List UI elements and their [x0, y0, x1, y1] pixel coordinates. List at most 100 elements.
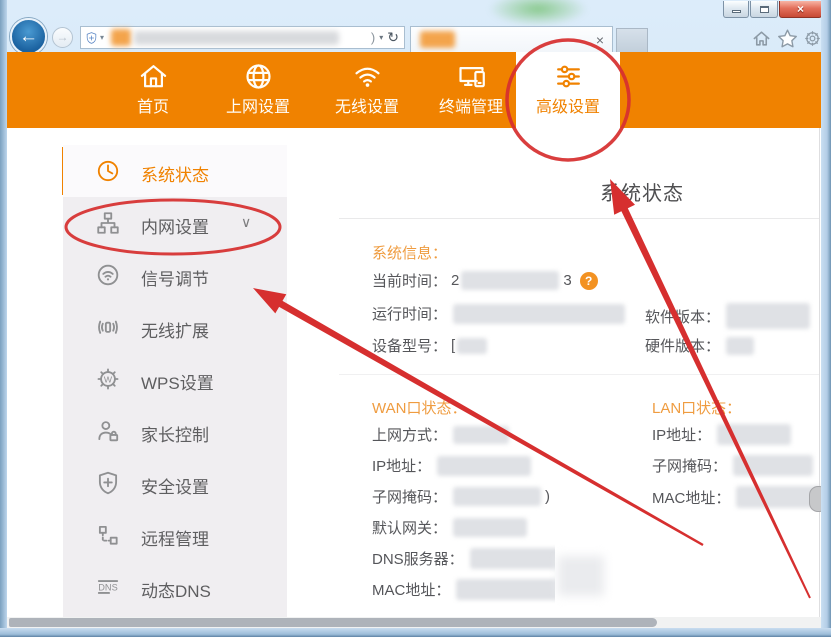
tab-close-icon[interactable]: × [596, 32, 604, 48]
horizontal-scrollbar-thumb[interactable] [9, 618, 657, 627]
value-fragment: 2 [451, 272, 459, 289]
field-label: 子网掩码： [652, 455, 727, 476]
home-toolbar-icon [752, 29, 771, 48]
antenna-icon [95, 314, 121, 340]
forward-icon: → [57, 30, 69, 44]
sidebar-item-lan-settings[interactable]: 内网设置 ∨ [63, 197, 287, 249]
sidebar-item-label: WPS设置 [141, 369, 214, 394]
remote-icon [95, 522, 121, 548]
sliders-icon [553, 61, 584, 92]
sidebar-item-wps-settings[interactable]: W WPS设置 [63, 353, 287, 405]
main-navbar: 首页 上网设置 无线设置 终端管理 高级设置 [7, 52, 821, 128]
back-icon: ← [19, 26, 38, 47]
home-toolbar-button[interactable] [752, 29, 771, 48]
site-dropdown-icon[interactable]: ▾ [100, 33, 104, 42]
field-label: 默认网关： [372, 517, 447, 538]
nav-item-label: 上网设置 [208, 93, 308, 117]
field-label: 软件版本： [645, 306, 720, 327]
nav-item-client-management[interactable]: 终端管理 [421, 52, 521, 128]
nav-item-internet-settings[interactable]: 上网设置 [208, 52, 308, 128]
info-row-device-model: 设备型号： [ [372, 335, 487, 356]
desktop-wallpaper-glow [488, 0, 588, 26]
window-border-bottom [0, 628, 831, 637]
wan-row-subnet-mask: 子网掩码： ) [372, 486, 550, 507]
minimize-button[interactable] [723, 1, 749, 18]
sidebar-item-label: 无线扩展 [141, 317, 209, 342]
user-lock-icon [95, 418, 121, 444]
sidebar-item-wireless-extend[interactable]: 无线扩展 [63, 301, 287, 353]
nav-item-label: 终端管理 [421, 93, 521, 117]
sidebar-item-label: 家长控制 [141, 421, 209, 446]
new-tab-button[interactable] [616, 28, 648, 52]
chevron-down-icon[interactable]: ∨ [241, 214, 251, 231]
value-redacted [453, 304, 625, 324]
sidebar-item-label: 安全设置 [141, 473, 209, 498]
nav-item-advanced-settings[interactable]: 高级设置 [516, 52, 620, 128]
maximize-button[interactable] [750, 1, 778, 18]
address-bar[interactable]: ▾ ) ▾ ↻ [80, 26, 405, 49]
window-border-left [0, 0, 7, 637]
sidebar-item-remote-management[interactable]: 远程管理 [63, 509, 287, 561]
sidebar-item-signal-adjust[interactable]: 信号调节 [63, 249, 287, 301]
address-bar-actions: ) ▾ ↻ [371, 29, 404, 46]
value-fragment: 3 [563, 272, 571, 289]
sidebar-item-parental-control[interactable]: 家长控制 [63, 405, 287, 457]
nav-item-label: 高级设置 [516, 93, 620, 117]
tools-button[interactable] [803, 29, 822, 48]
value-redacted [453, 426, 509, 444]
window-border-right [821, 0, 831, 637]
sidebar-item-security-settings[interactable]: 安全设置 [63, 457, 287, 509]
sidebar-item-label: 远程管理 [141, 525, 209, 550]
address-dropdown-icon[interactable]: ▾ [379, 33, 383, 42]
divider [339, 218, 819, 219]
close-button[interactable]: × [779, 1, 822, 18]
field-label: 上网方式： [372, 424, 447, 445]
sidebar-item-label: 内网设置 [141, 213, 209, 238]
lan-row-subnet-mask: 子网掩码： [652, 455, 813, 476]
nav-item-home[interactable]: 首页 [103, 52, 203, 128]
favorites-button[interactable] [777, 28, 798, 49]
info-row-hardware-version: 硬件版本： [645, 335, 754, 356]
info-row-uptime: 运行时间： [372, 303, 625, 324]
forward-button[interactable]: → [52, 27, 73, 48]
divider [339, 374, 819, 375]
sidebar-item-system-status[interactable]: 系统状态 [63, 145, 287, 197]
value-redacted [717, 424, 791, 445]
gear-icon [803, 29, 822, 48]
info-row-current-time: 当前时间： 2 3 ? [372, 270, 598, 291]
scrollbar-track-edge [819, 128, 820, 617]
wifi-icon [352, 61, 383, 92]
field-label: 设备型号： [372, 335, 447, 356]
dns-letters: DNS [98, 582, 117, 592]
dns-icon: DNS [95, 574, 121, 600]
site-shield-icon [85, 30, 98, 46]
globe-icon [243, 61, 274, 92]
value-redacted [457, 338, 487, 354]
field-label: 运行时间： [372, 303, 447, 324]
browser-window: × ← → ▾ ) ▾ ↻ × [0, 0, 831, 637]
refresh-icon[interactable]: ↻ [387, 29, 399, 46]
back-button[interactable]: ← [10, 18, 47, 55]
redaction-smudge [558, 556, 604, 596]
browser-tab[interactable]: × [410, 26, 613, 52]
field-label: IP地址： [652, 424, 711, 445]
section-heading-wan-status: WAN口状态： [372, 397, 466, 418]
window-controls: × [723, 1, 823, 18]
field-label: DNS服务器： [372, 548, 464, 569]
help-icon[interactable]: ? [580, 272, 598, 290]
sidebar-item-label: 系统状态 [141, 161, 209, 186]
lan-row-ip-address: IP地址： [652, 424, 791, 445]
value-redacted [726, 337, 754, 355]
field-label: MAC地址： [652, 487, 730, 508]
info-row-software-version: 软件版本： [645, 303, 810, 329]
section-heading-lan-status: LAN口状态： [652, 397, 741, 418]
field-label: MAC地址： [372, 579, 450, 600]
star-icon [777, 28, 798, 49]
nav-item-wireless-settings[interactable]: 无线设置 [317, 52, 417, 128]
favicon-redacted [111, 29, 131, 46]
signal-icon [95, 262, 121, 288]
value-fragment: ) [545, 488, 550, 505]
value-redacted [437, 456, 531, 476]
gear-w-icon: W [95, 366, 121, 392]
sidebar-item-dynamic-dns[interactable]: DNS 动态DNS [63, 561, 287, 613]
